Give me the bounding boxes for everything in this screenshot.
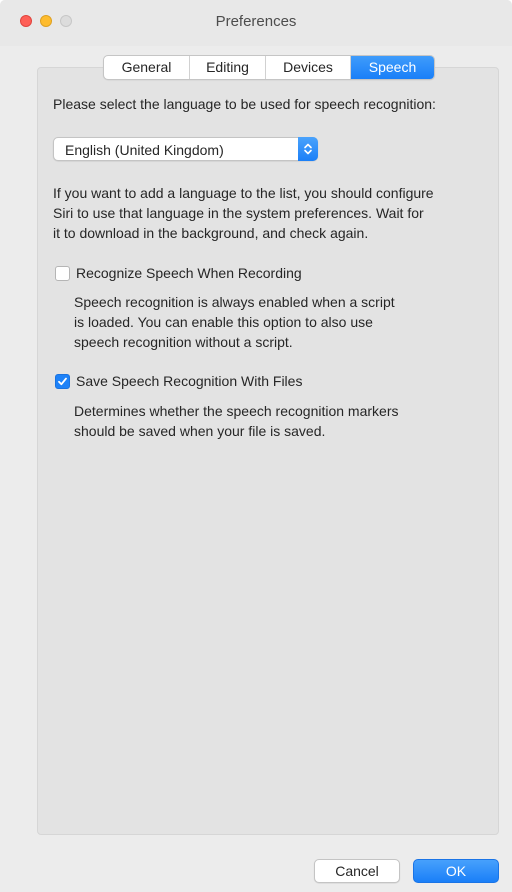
tab-general[interactable]: General xyxy=(104,56,190,79)
window-title: Preferences xyxy=(215,13,297,30)
info-text-line-1: If you want to add a language to the lis… xyxy=(53,185,434,201)
info-text-line-3: it to download in the background, and ch… xyxy=(53,225,369,241)
cancel-button[interactable]: Cancel xyxy=(314,859,400,883)
tab-editing[interactable]: Editing xyxy=(190,56,266,79)
tab-speech[interactable]: Speech xyxy=(351,56,434,79)
info-text-line-2: Siri to use that language in the system … xyxy=(53,205,424,221)
ok-button[interactable]: OK xyxy=(413,859,499,883)
preferences-tab-bar: General Editing Devices Speech xyxy=(103,55,435,80)
updown-chevron-icon xyxy=(298,137,318,161)
recognize-speech-checkbox[interactable] xyxy=(55,266,70,281)
recognize-speech-description-line-3: speech recognition without a script. xyxy=(74,334,293,350)
preferences-window: Preferences General Editing Devices Spee… xyxy=(0,0,512,892)
recognize-speech-description-line-2: is loaded. You can enable this option to… xyxy=(74,314,373,330)
save-speech-checkbox[interactable] xyxy=(55,374,70,389)
language-prompt: Please select the language to be used fo… xyxy=(53,96,436,112)
checkmark-icon xyxy=(58,377,67,386)
language-select[interactable]: English (United Kingdom) xyxy=(53,137,318,161)
save-speech-description-line-1: Determines whether the speech recognitio… xyxy=(74,403,399,419)
recognize-speech-description-line-1: Speech recognition is always enabled whe… xyxy=(74,294,395,310)
title-bar: Preferences xyxy=(0,0,512,46)
save-speech-label[interactable]: Save Speech Recognition With Files xyxy=(76,371,302,391)
language-select-value: English (United Kingdom) xyxy=(65,142,224,158)
tab-devices[interactable]: Devices xyxy=(266,56,351,79)
recognize-speech-label[interactable]: Recognize Speech When Recording xyxy=(76,263,302,283)
save-speech-description-line-2: should be saved when your file is saved. xyxy=(74,423,326,439)
